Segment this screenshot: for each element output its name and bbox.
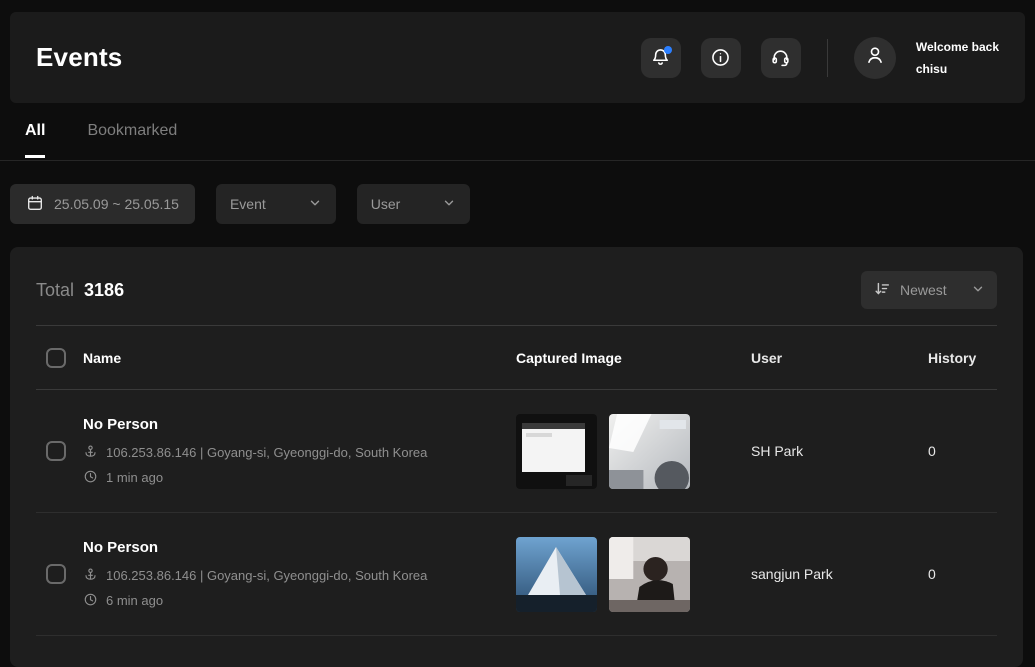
- info-icon: [710, 47, 731, 68]
- event-location: 106.253.86.146 | Goyang-si, Gyeonggi-do,…: [83, 444, 516, 462]
- header: Events: [10, 12, 1025, 103]
- column-header-history: History: [928, 350, 997, 366]
- event-filter-label: Event: [230, 196, 266, 212]
- welcome-line1: Welcome back: [916, 36, 999, 58]
- chevron-down-icon: [442, 196, 456, 213]
- support-button[interactable]: [761, 38, 801, 78]
- event-time-text: 1 min ago: [106, 470, 163, 485]
- column-header-user: User: [751, 350, 928, 366]
- event-name: No Person: [83, 539, 516, 556]
- date-range-value: 25.05.09 ~ 25.05.15: [54, 196, 179, 212]
- notification-dot: [664, 46, 672, 54]
- avatar[interactable]: [854, 37, 896, 79]
- ip-location-icon: [83, 567, 98, 585]
- chevron-down-icon: [971, 282, 985, 299]
- event-name: No Person: [83, 416, 516, 433]
- event-location-text: 106.253.86.146 | Goyang-si, Gyeonggi-do,…: [106, 568, 427, 583]
- welcome-text: Welcome back chisu: [916, 36, 999, 80]
- event-history-count: 0: [928, 443, 997, 459]
- select-all-checkbox[interactable]: [46, 348, 66, 368]
- total-count: 3186: [84, 280, 124, 301]
- captured-image-camera[interactable]: [609, 537, 690, 612]
- event-time-text: 6 min ago: [106, 593, 163, 608]
- captured-images: [516, 414, 751, 489]
- tabs-divider: [0, 160, 1035, 161]
- captured-image-camera[interactable]: [609, 414, 690, 489]
- header-actions: Welcome back chisu: [641, 36, 999, 80]
- row-checkbox[interactable]: [46, 564, 66, 584]
- calendar-icon: [26, 194, 44, 215]
- table-row: No Person 106.253.86.146 | Goyang-si, Gy…: [36, 390, 997, 513]
- column-header-captured-image: Captured Image: [516, 350, 751, 366]
- tab-all[interactable]: All: [25, 122, 45, 158]
- event-filter-dropdown[interactable]: Event: [216, 184, 336, 224]
- user-filter-label: User: [371, 196, 401, 212]
- user-filter-dropdown[interactable]: User: [357, 184, 471, 224]
- event-user: sangjun Park: [751, 566, 928, 582]
- tab-bookmarked[interactable]: Bookmarked: [87, 122, 177, 158]
- total-label: Total: [36, 280, 74, 301]
- event-time: 1 min ago: [83, 469, 516, 487]
- info-button[interactable]: [701, 38, 741, 78]
- event-history-count: 0: [928, 566, 997, 582]
- header-divider: [827, 39, 828, 77]
- filter-bar: 25.05.09 ~ 25.05.15 Event User: [10, 184, 470, 224]
- table-row: No Person 106.253.86.146 | Goyang-si, Gy…: [36, 513, 997, 636]
- welcome-username: chisu: [916, 58, 999, 80]
- row-checkbox[interactable]: [46, 441, 66, 461]
- event-location-text: 106.253.86.146 | Goyang-si, Gyeonggi-do,…: [106, 445, 427, 460]
- sort-icon: [873, 280, 891, 301]
- chevron-down-icon: [308, 196, 322, 213]
- sort-value: Newest: [900, 282, 947, 298]
- event-location: 106.253.86.146 | Goyang-si, Gyeonggi-do,…: [83, 567, 516, 585]
- table-header-row: Name Captured Image User History: [36, 325, 997, 390]
- event-user: SH Park: [751, 443, 928, 459]
- sort-dropdown[interactable]: Newest: [861, 271, 997, 309]
- events-table: Name Captured Image User History No Pers…: [36, 325, 997, 636]
- clock-icon: [83, 469, 98, 487]
- events-list-card: Total 3186 Newest: [10, 247, 1023, 667]
- clock-icon: [83, 592, 98, 610]
- captured-images: [516, 537, 751, 612]
- captured-image-screenshot[interactable]: [516, 537, 597, 612]
- ip-location-icon: [83, 444, 98, 462]
- column-header-name: Name: [83, 350, 516, 366]
- captured-image-screenshot[interactable]: [516, 414, 597, 489]
- headset-icon: [770, 47, 791, 68]
- user-icon: [864, 44, 886, 71]
- tabs: All Bookmarked: [25, 122, 177, 158]
- event-time: 6 min ago: [83, 592, 516, 610]
- date-range-button[interactable]: 25.05.09 ~ 25.05.15: [10, 184, 195, 224]
- page-title: Events: [36, 42, 122, 73]
- list-summary: Total 3186 Newest: [36, 271, 997, 309]
- notifications-button[interactable]: [641, 38, 681, 78]
